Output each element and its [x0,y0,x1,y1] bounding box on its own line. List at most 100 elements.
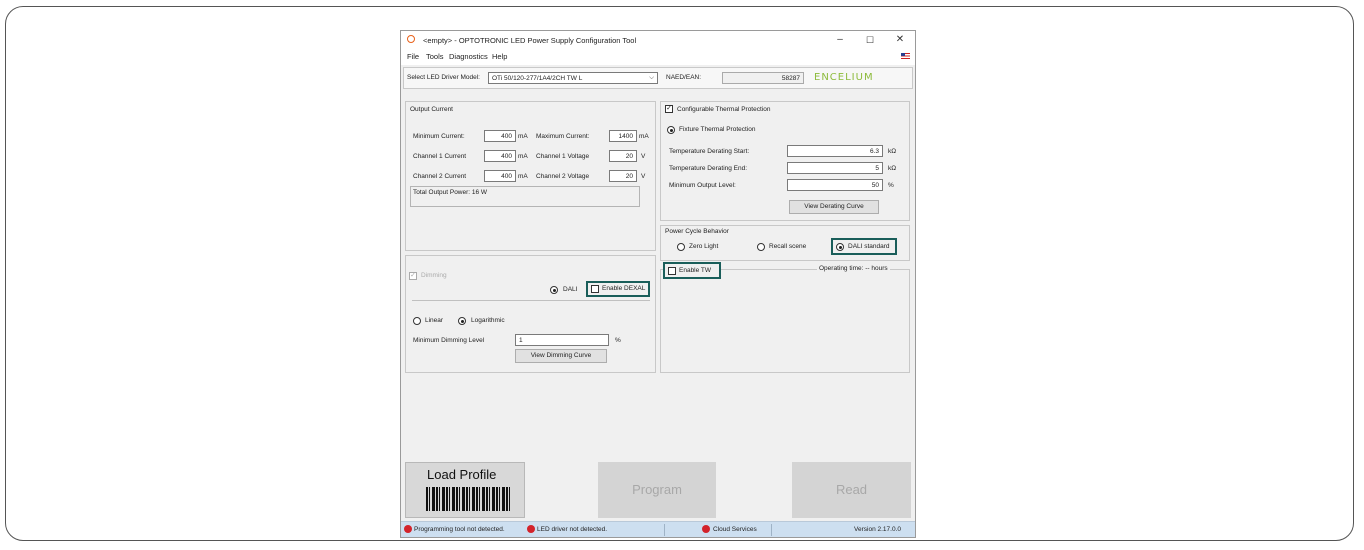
title-bar: <empty> - OPTOTRONIC LED Power Supply Co… [401,31,915,49]
enable-dexal-checkbox[interactable] [591,285,599,293]
output-current-title: Output Current [410,106,453,113]
total-power-box: Total Output Power: 16 W [410,186,640,207]
minimum-current-label: Minimum Current: [413,133,465,140]
maximum-current-label: Maximum Current: [536,133,590,140]
ch2-voltage-label: Channel 2 Voltage [536,173,590,180]
language-flag-icon[interactable] [901,53,910,59]
ean-label: NAED/EAN: [666,74,702,81]
derating-start-unit: kΩ [888,148,897,155]
tunable-white-group: Enable TW Operating time: -- hours [660,262,910,373]
chevron-down-icon: ⌵ [649,74,654,81]
fixture-thermal-radio[interactable] [667,126,675,134]
dali-standard-label: DALI standard [848,243,890,250]
enable-tw-highlight: Enable TW [663,262,721,279]
dali-label: DALI [563,286,578,293]
ch1-current-field[interactable]: 400 [484,150,516,162]
ch1-current-label: Channel 1 Current [413,153,467,160]
driver-status: LED driver not detected. [537,526,608,533]
logarithmic-label: Logarithmic [471,317,505,324]
ch2-voltage-field[interactable]: 20 [609,170,637,182]
version-text: Version 2.17.0.0 [854,526,901,533]
logarithmic-radio[interactable] [458,317,466,325]
menu-help[interactable]: Help [492,52,507,61]
load-profile-button[interactable]: Load Profile [405,462,525,518]
ch1-voltage-label: Channel 1 Voltage [536,153,590,160]
read-button[interactable]: Read [792,462,911,518]
program-button[interactable]: Program [598,462,716,518]
zero-light-label: Zero Light [689,243,719,250]
driver-error-icon [527,525,535,533]
ch1-current-unit: mA [518,153,528,160]
dali-standard-highlight: DALI standard [831,238,897,255]
recall-scene-radio[interactable] [757,243,765,251]
maximum-current-unit: mA [639,133,649,140]
derating-start-label: Temperature Derating Start: [669,148,750,155]
minimum-current-field[interactable]: 400 [484,130,516,142]
model-select[interactable]: OTi 50/120-277/1A4/2CH TW L ⌵ [488,72,658,84]
thermal-protection-title: Configurable Thermal Protection [677,106,771,113]
menu-diagnostics[interactable]: Diagnostics [449,52,488,61]
tool-error-icon [404,525,412,533]
enable-tw-label: Enable TW [679,267,712,274]
dimming-checkbox[interactable]: ✓ [409,272,417,280]
dimming-divider [412,300,650,301]
maximum-current-field[interactable]: 1400 [609,130,637,142]
menu-bar: File Tools Diagnostics Help [401,49,915,65]
ch1-voltage-unit: V [641,153,646,160]
derating-start-field[interactable]: 6.3 [787,145,883,157]
status-bar: Programming tool not detected. LED drive… [401,521,915,537]
min-dimming-unit: % [615,337,621,344]
view-dimming-curve-button[interactable]: View Dimming Curve [515,349,607,363]
derating-end-label: Temperature Derating End: [669,165,748,172]
ch1-voltage-field[interactable]: 20 [609,150,637,162]
enable-dexal-label: Enable DEXAL [602,285,646,292]
enable-dexal-highlight: Enable DEXAL [586,281,650,297]
recall-scene-label: Recall scene [769,243,807,250]
cloud-status[interactable]: Cloud Services [713,526,757,533]
status-divider [771,524,772,536]
maximize-button[interactable]: ☐ [859,33,881,47]
dimming-title: Dimming [421,272,447,279]
tool-status: Programming tool not detected. [414,526,505,533]
derating-end-field[interactable]: 5 [787,162,883,174]
ch2-voltage-unit: V [641,173,646,180]
model-label: Select LED Driver Model: [407,74,480,81]
minimize-button[interactable]: – [829,33,851,47]
linear-radio[interactable] [413,317,421,325]
output-current-group: Output Current Minimum Current: 400 mA M… [405,101,656,251]
min-output-field[interactable]: 50 [787,179,883,191]
load-profile-label: Load Profile [427,467,497,482]
operating-time: Operating time: -- hours [817,265,890,272]
ch2-current-unit: mA [518,173,528,180]
power-cycle-group: Power Cycle Behavior Zero Light Recall s… [660,225,910,261]
menu-tools[interactable]: Tools [426,52,444,61]
enable-tw-checkbox[interactable] [668,267,676,275]
zero-light-radio[interactable] [677,243,685,251]
min-output-label: Minimum Output Level: [669,182,736,189]
barcode-icon [426,487,512,511]
thermal-protection-checkbox[interactable]: ✓ [665,105,673,113]
window-title: <empty> - OPTOTRONIC LED Power Supply Co… [423,36,637,45]
min-dimming-label: Minimum Dimming Level [413,337,485,344]
min-dimming-field[interactable]: 1 [515,334,609,346]
thermal-protection-group: ✓ Configurable Thermal Protection Fixtur… [660,101,910,221]
dali-standard-radio[interactable] [836,243,844,251]
ch2-current-label: Channel 2 Current [413,173,467,180]
fixture-thermal-label: Fixture Thermal Protection [679,126,756,133]
dali-radio[interactable] [550,286,558,294]
menu-file[interactable]: File [407,52,419,61]
app-window: <empty> - OPTOTRONIC LED Power Supply Co… [400,30,916,538]
close-button[interactable]: ✕ [889,33,911,47]
status-divider [664,524,665,536]
linear-label: Linear [425,317,444,324]
minimum-current-unit: mA [518,133,528,140]
app-logo-icon [407,35,415,43]
min-output-unit: % [888,182,894,189]
ean-field: 58287 [722,72,804,84]
brand-logo: ENCELIUM [814,72,874,83]
ch2-current-field[interactable]: 400 [484,170,516,182]
dimming-group: ✓ Dimming DALI Enable DEXAL Linear Logar… [405,255,656,373]
view-derating-curve-button[interactable]: View Derating Curve [789,200,879,214]
cloud-error-icon [702,525,710,533]
derating-end-unit: kΩ [888,165,897,172]
